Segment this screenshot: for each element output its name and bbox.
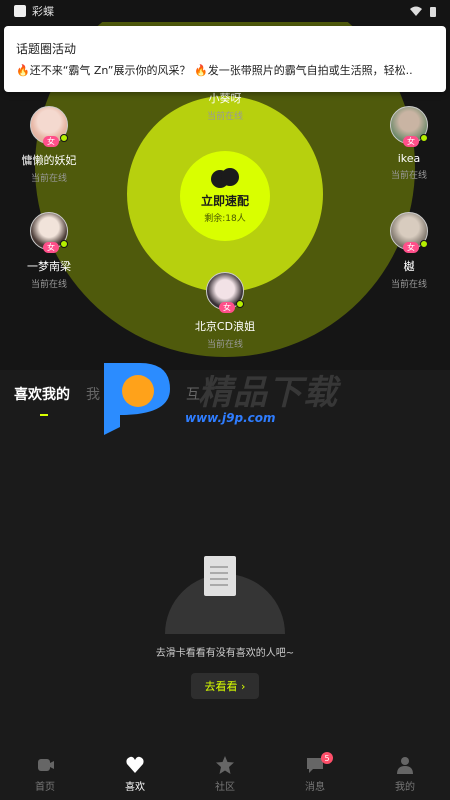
user-name: 小葵呀 <box>208 92 242 105</box>
nav-messages[interactable]: 消息 5 <box>270 748 360 800</box>
user-name: 北京CD浪姐 <box>194 320 256 333</box>
avatar: 女 <box>390 106 428 147</box>
heart-icon <box>126 756 144 773</box>
user-name: ikea <box>397 152 421 165</box>
gender-badge: 女 <box>219 302 235 313</box>
user-status: 当前在线 <box>30 174 67 184</box>
notification-banner[interactable]: 话题圈活动 🔥还不来“霸气 Zn”展示你的风采？ 🔥发一张带照片的霸气自拍或生活… <box>4 26 446 92</box>
app-icon <box>14 5 26 17</box>
radar-user[interactable]: 女 慵懒的妖妃 当前在线 <box>4 106 94 184</box>
nav-label: 消息 <box>305 782 325 793</box>
avatar: 女 <box>30 106 68 147</box>
status-icons <box>410 6 436 17</box>
gender-badge: 女 <box>403 136 419 147</box>
quick-match-title: 立即速配 <box>200 194 249 208</box>
message-count-badge: 5 <box>321 752 333 764</box>
radar-user[interactable]: 女 樾 当前在线 <box>364 212 450 290</box>
nav-label: 社区 <box>215 782 235 793</box>
online-dot <box>420 134 428 142</box>
bottom-nav: 首页 喜欢 社区 消息 5 我的 <box>0 748 450 800</box>
tab-label: 我 <box>86 387 100 403</box>
status-app-name: 彩蝶 <box>32 5 54 18</box>
nav-label: 首页 <box>35 782 55 793</box>
notification-body: 🔥还不来“霸气 Zn”展示你的风采？ 🔥发一张带照片的霸气自拍或生活照，轻松.. <box>16 64 413 77</box>
user-status: 当前在线 <box>206 340 243 350</box>
user-name: 一梦南梁 <box>27 260 71 273</box>
tab-mutual[interactable]: 互 <box>186 384 200 404</box>
online-dot <box>60 134 68 142</box>
online-dot <box>60 240 68 248</box>
go-look-button[interactable]: 去看看 › <box>190 673 260 699</box>
app-screen: 彩蝶 立即速配 剩余:18人 小葵呀 当前在线 女 慵懒的妖妃 当前在线 女 i… <box>0 0 450 800</box>
tab-i-liked[interactable]: 我 <box>86 384 100 404</box>
avatar: 女 <box>206 272 244 313</box>
radar-user[interactable]: 女 ikea 当前在线 <box>364 106 450 181</box>
empty-state: 去滑卡看看有没有喜欢的人吧~ 去看看 › <box>0 540 450 699</box>
user-name: 慵懒的妖妃 <box>21 154 77 167</box>
empty-illustration <box>160 540 290 634</box>
avatar: 女 <box>30 212 68 253</box>
gender-badge: 女 <box>403 242 419 253</box>
nav-profile[interactable]: 我的 <box>360 748 450 800</box>
empty-message: 去滑卡看看有没有喜欢的人吧~ <box>155 648 295 659</box>
wifi-icon <box>410 6 422 16</box>
like-tabs: 喜欢我的 我 互 <box>0 370 450 418</box>
quick-match-remaining: 剩余:18人 <box>204 214 246 224</box>
nav-community[interactable]: 社区 <box>180 748 270 800</box>
tab-liked-me[interactable]: 喜欢我的 <box>14 384 70 416</box>
user-name: 樾 <box>403 260 415 273</box>
gender-badge: 女 <box>43 242 59 253</box>
nav-label: 喜欢 <box>125 782 145 793</box>
document-icon <box>204 556 236 596</box>
profile-icon <box>397 757 413 774</box>
status-bar: 彩蝶 <box>0 0 450 22</box>
user-status: 当前在线 <box>390 280 427 290</box>
user-status: 当前在线 <box>206 112 243 122</box>
nav-label: 我的 <box>395 782 415 793</box>
video-icon <box>38 759 54 771</box>
online-dot <box>236 300 244 308</box>
user-status: 当前在线 <box>30 280 67 290</box>
nav-like[interactable]: 喜欢 <box>90 748 180 800</box>
notification-title: 话题圈活动 <box>16 42 77 56</box>
cloud-icon <box>211 168 239 188</box>
nav-home[interactable]: 首页 <box>0 748 90 800</box>
tab-indicator <box>40 414 48 416</box>
tab-label: 互 <box>186 387 200 403</box>
battery-icon <box>430 6 436 17</box>
gender-badge: 女 <box>43 136 59 147</box>
avatar: 女 <box>390 212 428 253</box>
radar-user[interactable]: 女 一梦南梁 当前在线 <box>4 212 94 290</box>
star-icon <box>216 756 234 774</box>
tab-label: 喜欢我的 <box>14 387 70 403</box>
user-status: 当前在线 <box>390 171 427 181</box>
quick-match-button[interactable]: 立即速配 剩余:18人 <box>180 151 270 241</box>
online-dot <box>420 240 428 248</box>
radar-user[interactable]: 女 北京CD浪姐 当前在线 <box>180 272 270 350</box>
